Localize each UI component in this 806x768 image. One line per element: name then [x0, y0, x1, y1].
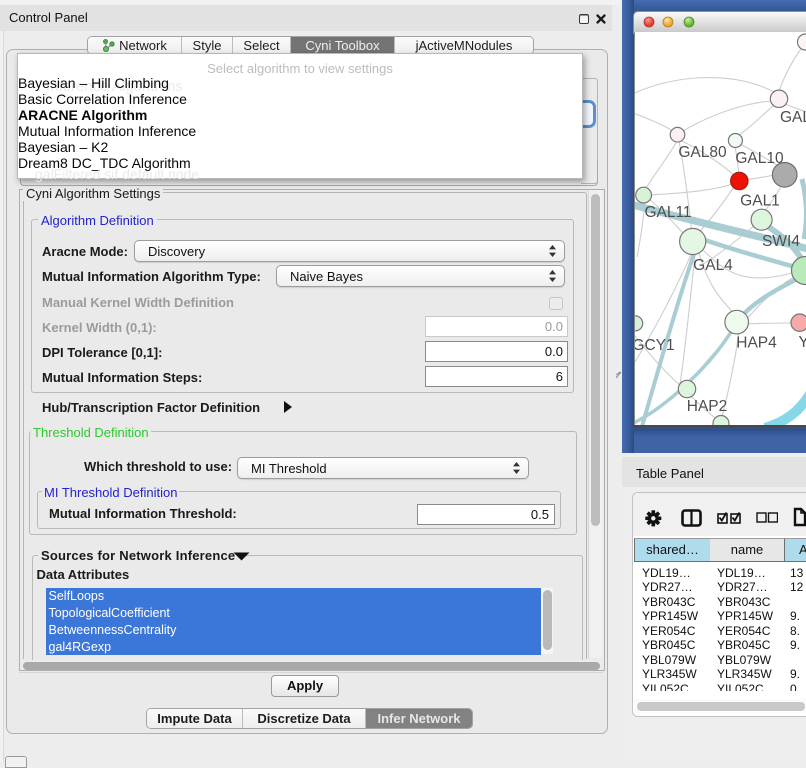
- svg-text:GAL11: GAL11: [644, 204, 691, 221]
- svg-text:GAL1: GAL1: [740, 193, 780, 210]
- svg-text:GCY1: GCY1: [635, 337, 675, 354]
- svg-text:GAL7: GAL7: [780, 109, 806, 126]
- svg-text:SWI4: SWI4: [762, 233, 800, 250]
- svg-text:HAP4: HAP4: [736, 335, 777, 352]
- svg-text:GAL4: GAL4: [693, 257, 733, 274]
- svg-text:GAL80: GAL80: [678, 144, 727, 161]
- svg-text:GAL10: GAL10: [735, 150, 784, 167]
- svg-text:Y: Y: [799, 334, 806, 351]
- svg-text:HAP2: HAP2: [687, 398, 728, 415]
